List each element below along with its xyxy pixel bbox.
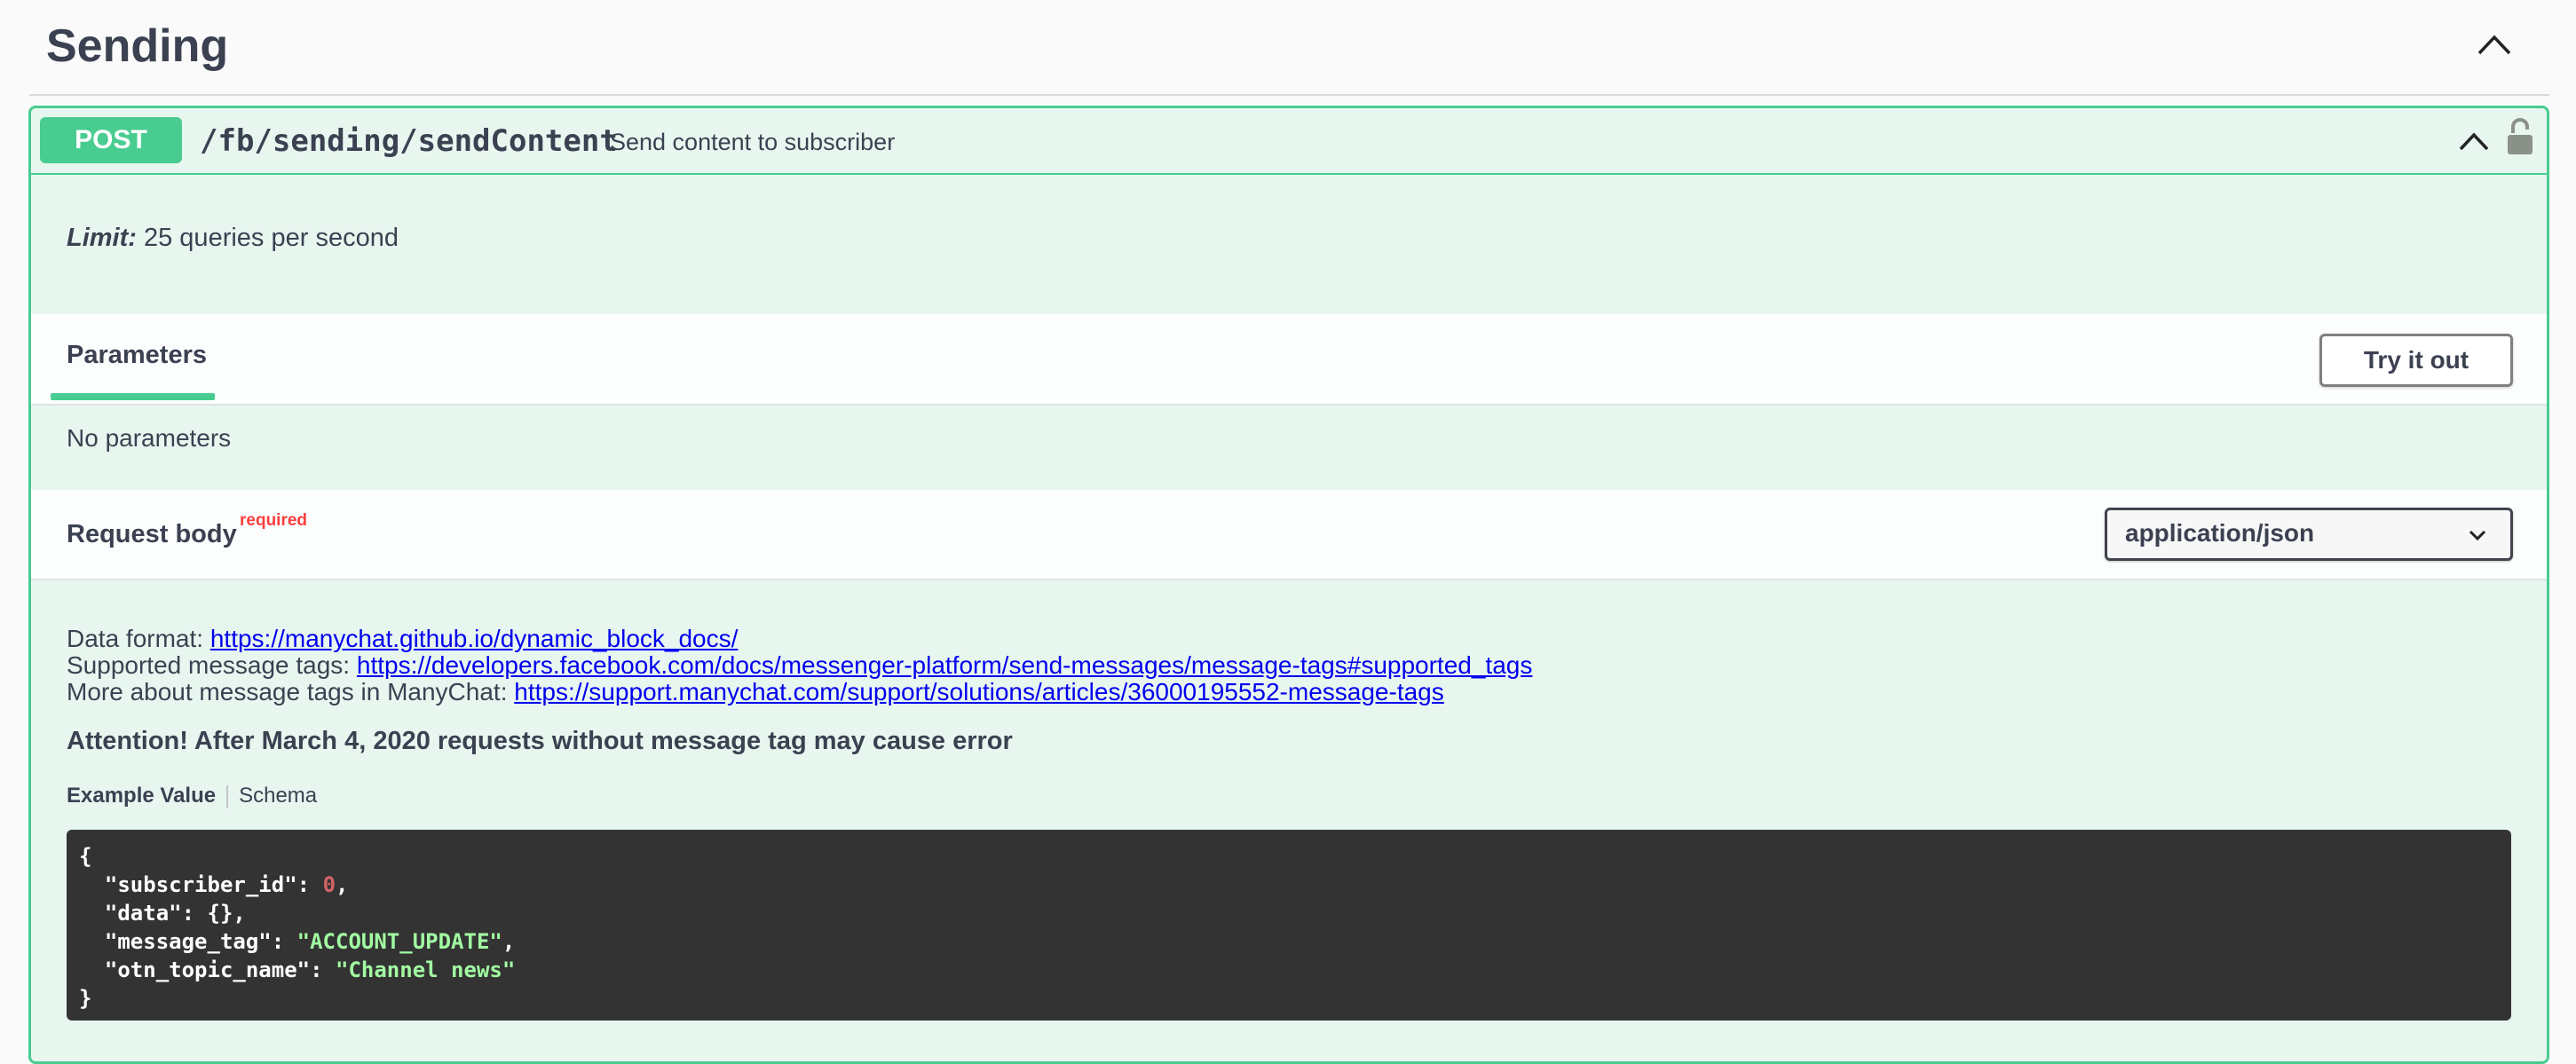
- operation-summary-text: Send content to subscriber: [610, 129, 896, 155]
- tab-active-indicator: [51, 393, 215, 400]
- chevron-up-icon[interactable]: [2458, 130, 2490, 153]
- operation-block: POST /fb/sending/sendContent Send conten…: [28, 106, 2549, 1064]
- code-value-otn-topic-name: "Channel news": [336, 958, 516, 982]
- operation-path: /fb/sending/sendContent: [200, 123, 618, 159]
- try-it-out-button[interactable]: Try it out: [2319, 334, 2513, 387]
- code-value-data: {}: [207, 901, 233, 926]
- tab-divider: [226, 784, 229, 808]
- request-body-header: Request body required application/json: [31, 490, 2547, 580]
- code-value-message-tag: "ACCOUNT_UPDATE": [296, 929, 502, 954]
- tab-schema[interactable]: Schema: [239, 784, 317, 808]
- code-key-subscriber-id: "subscriber_id": [104, 872, 297, 897]
- code-key-data: "data": [104, 901, 182, 926]
- request-body-description: Data format: https://manychat.github.io/…: [67, 626, 1532, 705]
- limit-text: 25 queries per second: [136, 224, 399, 252]
- tab-parameters[interactable]: Parameters: [67, 341, 207, 370]
- attention-notice: Attention! After March 4, 2020 requests …: [67, 727, 1013, 755]
- tab-example-value[interactable]: Example Value: [67, 784, 216, 808]
- tag-section-header[interactable]: Sending: [29, 0, 2549, 96]
- message-tags-info-label: More about message tags in ManyChat:: [67, 678, 515, 705]
- data-format-link[interactable]: https://manychat.github.io/dynamic_block…: [210, 625, 739, 652]
- supported-tags-link[interactable]: https://developers.facebook.com/docs/mes…: [357, 651, 1532, 679]
- operation-description: Limit: 25 queries per second: [67, 220, 399, 256]
- request-body-label: Request body: [67, 520, 237, 548]
- method-badge: POST: [40, 117, 182, 163]
- data-format-label: Data format:: [67, 625, 210, 652]
- chevron-down-icon: [2469, 530, 2486, 541]
- unlocked-lock-icon[interactable]: [2506, 117, 2534, 156]
- chevron-up-icon[interactable]: [2477, 32, 2512, 57]
- code-value-subscriber-id: 0: [322, 872, 336, 897]
- code-open-brace: {: [79, 844, 92, 869]
- code-key-otn-topic-name: "otn_topic_name": [104, 958, 311, 982]
- section-title: Sending: [46, 20, 229, 72]
- operation-summary[interactable]: POST /fb/sending/sendContent Send conten…: [31, 108, 2547, 175]
- content-type-select[interactable]: application/json: [2105, 508, 2513, 561]
- example-tabs: Example Value Schema: [67, 783, 317, 809]
- example-code-block: { "subscriber_id": 0, "data": {}, "messa…: [67, 830, 2511, 1021]
- code-key-message-tag: "message_tag": [104, 929, 272, 954]
- required-badge: required: [240, 511, 308, 530]
- message-tags-info-link[interactable]: https://support.manychat.com/support/sol…: [514, 678, 1443, 705]
- content-type-value: application/json: [2125, 519, 2315, 547]
- code-close-brace: }: [79, 986, 92, 1011]
- limit-label: Limit:: [67, 224, 137, 252]
- parameters-header: Parameters Try it out: [31, 314, 2547, 406]
- supported-tags-label: Supported message tags:: [67, 651, 357, 679]
- no-parameters-text: No parameters: [67, 424, 232, 452]
